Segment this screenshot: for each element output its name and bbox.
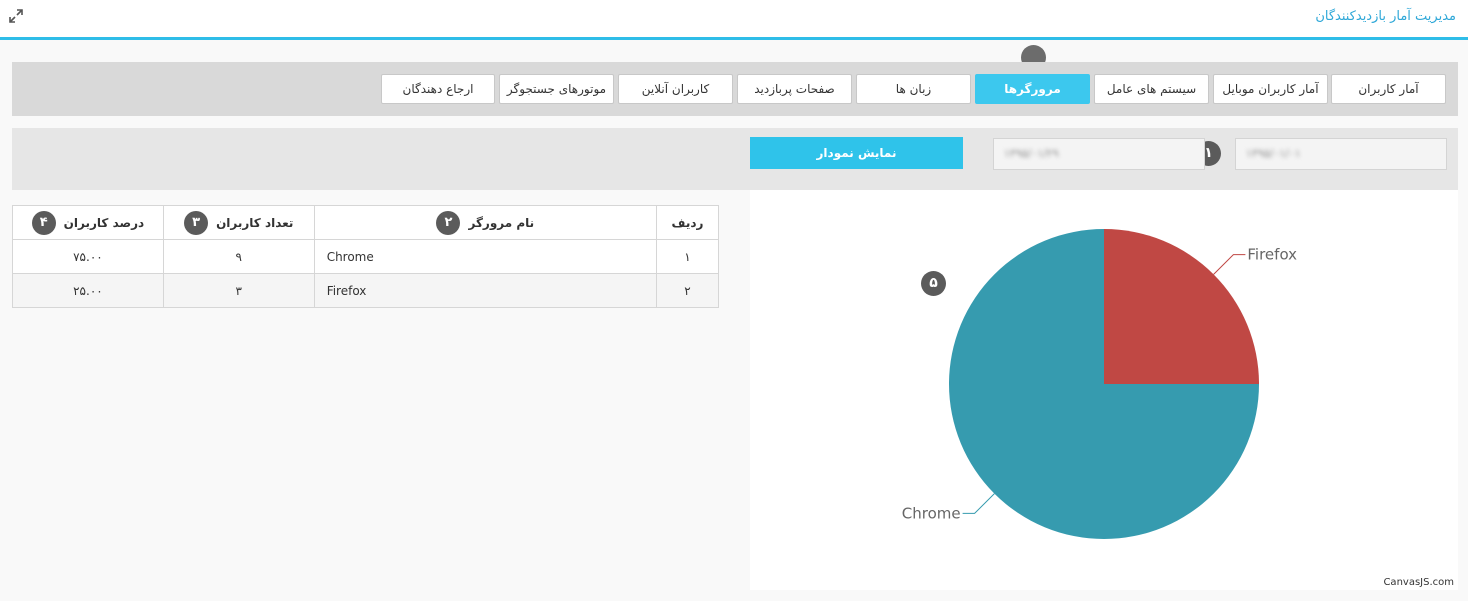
- tabs-bar: آمار کاربران آمار کاربران موبایل سیستم ه…: [12, 62, 1458, 116]
- expand-icon[interactable]: [8, 8, 24, 24]
- annotation-badge-3: ۳: [184, 210, 209, 235]
- table-row[interactable]: ۷۵.۰۰ ۹ Chrome ۱: [12, 239, 720, 274]
- browser-stats-table: درصد کاربران ۴ تعداد کاربران ۳ نام مرورگ…: [12, 205, 720, 308]
- page-title: مدیریت آمار بازدیدکنندگان: [1315, 9, 1456, 24]
- pie-leader-line: [962, 493, 995, 514]
- tab-mobile-user-stats[interactable]: آمار کاربران موبایل: [1213, 74, 1328, 104]
- tab-browsers[interactable]: مرورگرها: [975, 74, 1090, 104]
- cell-row: ۱: [655, 239, 720, 274]
- cell-users: ۹: [162, 239, 315, 274]
- from-date-value: ۱۳۹۵/۰۱/۰۱: [1246, 147, 1301, 160]
- from-date-input[interactable]: ۱۳۹۵/۰۱/۰۱: [1235, 138, 1447, 170]
- pie-label-firefox: Firefox: [1247, 246, 1297, 264]
- pie-chart: Firefox Chrome: [902, 229, 1297, 539]
- chart-credit[interactable]: CanvasJS.com: [1383, 577, 1454, 588]
- tab-languages[interactable]: زبان ها: [856, 74, 971, 104]
- header-percent[interactable]: درصد کاربران ۴: [12, 205, 164, 240]
- annotation-badge-2: ۲: [436, 210, 461, 235]
- annotation-badge-5: ۵: [921, 271, 946, 296]
- tab-search-engines[interactable]: موتورهای جستجوگر: [499, 74, 614, 104]
- header-users-label: تعداد کاربران: [216, 215, 294, 230]
- tab-referrers[interactable]: ارجاع دهندگان: [381, 74, 495, 104]
- cell-browser: Firefox: [313, 273, 657, 308]
- chart-panel: Firefox Chrome ۵ CanvasJS.com: [750, 190, 1458, 590]
- cell-browser: Chrome: [313, 239, 657, 274]
- pie-leader-line: [1213, 254, 1246, 275]
- cell-percent: ۷۵.۰۰: [12, 239, 164, 274]
- tab-user-stats[interactable]: آمار کاربران: [1331, 74, 1446, 104]
- header-percent-label: درصد کاربران: [63, 215, 145, 230]
- header-row[interactable]: ردیف: [655, 205, 720, 240]
- pie-slice-firefox[interactable]: [1104, 229, 1259, 384]
- show-chart-button[interactable]: نمایش نمودار: [750, 137, 963, 169]
- header-browser[interactable]: نام مرورگر ۲: [313, 205, 657, 240]
- cell-users: ۳: [162, 273, 315, 308]
- pie-label-chrome: Chrome: [902, 504, 961, 522]
- tab-online-users[interactable]: کاربران آنلاین: [618, 74, 733, 104]
- tab-popular-pages[interactable]: صفحات پربازدید: [737, 74, 852, 104]
- header-browser-label: نام مرورگر: [468, 215, 535, 230]
- table-header-row: درصد کاربران ۴ تعداد کاربران ۳ نام مرورگ…: [12, 205, 720, 240]
- header-users[interactable]: تعداد کاربران ۳: [162, 205, 315, 240]
- cell-percent: ۲۵.۰۰: [12, 273, 164, 308]
- table-row[interactable]: ۲۵.۰۰ ۳ Firefox ۲: [12, 273, 720, 308]
- cell-row: ۲: [655, 273, 720, 308]
- annotation-badge-4: ۴: [31, 210, 56, 235]
- tab-operating-systems[interactable]: سیستم های عامل: [1094, 74, 1209, 104]
- to-date-value: ۱۳۹۵/۰۱/۲۹: [1004, 147, 1059, 160]
- page-header: مدیریت آمار بازدیدکنندگان: [0, 0, 1468, 40]
- filter-bar: ۱۳۹۵/۰۱/۰۱ ۱ ۱۳۹۵/۰۱/۲۹ نمایش نمودار: [12, 128, 1458, 190]
- to-date-input[interactable]: ۱۳۹۵/۰۱/۲۹: [993, 138, 1205, 170]
